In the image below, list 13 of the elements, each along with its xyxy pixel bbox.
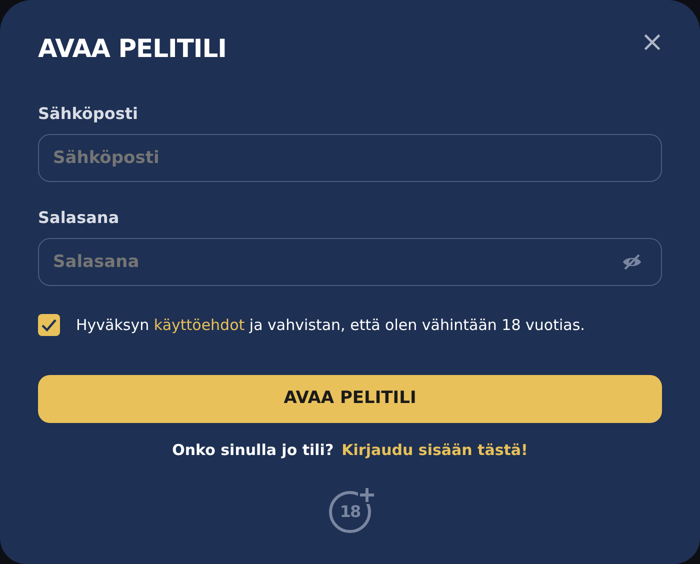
email-field[interactable]: Sähköposti <box>38 134 662 182</box>
terms-link[interactable]: käyttöehdot <box>154 316 245 334</box>
terms-checkbox[interactable] <box>38 314 60 336</box>
login-link[interactable]: Kirjaudu sisään tästä! <box>342 438 528 461</box>
close-button[interactable]: × <box>636 28 668 56</box>
submit-button[interactable]: AVAA PELITILI <box>38 374 662 422</box>
hidden-eye-icon[interactable] <box>622 253 642 271</box>
dialog-title: AVAA PELITILI <box>38 34 226 64</box>
login-question: Onko sinulla jo tili? <box>172 440 334 460</box>
terms-text: Hyväksyn käyttöehdot ja vahvistan, että olen vähintään 18 vuotias. <box>76 315 585 336</box>
password-field[interactable]: Salasana <box>38 238 662 286</box>
field-label: Sähköposti <box>38 103 140 125</box>
field-label: Salasana <box>38 207 120 229</box>
